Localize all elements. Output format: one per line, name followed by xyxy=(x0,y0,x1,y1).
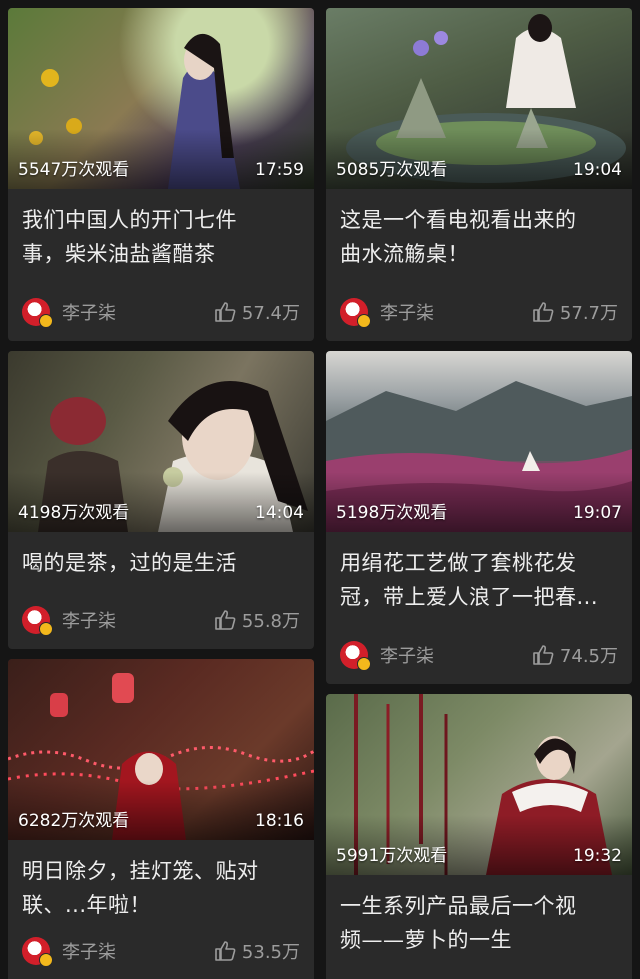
video-title-line: 事，柴米油盐酱醋茶 xyxy=(22,242,216,266)
like-button[interactable]: 57.4万 xyxy=(214,299,300,325)
video-title-line: 用绢花工艺做了套桃花发 xyxy=(340,551,577,575)
video-thumbnail[interactable]: 5991万次观看 19:32 xyxy=(326,694,632,875)
verified-badge-icon xyxy=(39,314,53,328)
avatar[interactable] xyxy=(22,298,53,328)
verified-badge-icon xyxy=(357,657,371,671)
like-button[interactable]: 57.7万 xyxy=(532,299,618,325)
video-title-line: 喝的是茶，过的是生活 xyxy=(22,551,237,575)
video-title[interactable]: 我们中国人的开门七件 事，柴米油盐酱醋茶 xyxy=(8,189,314,271)
video-duration: 19:07 xyxy=(573,503,622,523)
view-count: 5547万次观看 xyxy=(18,160,130,180)
video-card[interactable]: 5991万次观看 19:32 一生系列产品最后一个视 频——萝卜的一生 xyxy=(326,694,632,979)
like-count: 57.4万 xyxy=(241,303,300,324)
video-title-line: 频——萝卜的一生 xyxy=(340,928,512,952)
like-count: 74.5万 xyxy=(559,646,618,667)
thumbs-up-icon xyxy=(215,610,236,630)
video-title[interactable]: 明日除夕，挂灯笼、贴对 联、...年啦！ xyxy=(8,840,314,922)
video-thumbnail[interactable]: 5085万次观看 19:04 xyxy=(326,8,632,189)
video-thumbnail[interactable]: 5198万次观看 19:07 xyxy=(326,351,632,532)
video-feed-grid: 5547万次观看 17:59 我们中国人的开门七件 事，柴米油盐酱醋茶 李子柒 … xyxy=(0,0,640,979)
video-meta: 李子柒 53.5万 xyxy=(8,934,314,968)
verified-badge-icon xyxy=(39,953,53,967)
video-title-line: 一生系列产品最后一个视 xyxy=(340,894,577,918)
video-card[interactable]: 4198万次观看 14:04 喝的是茶，过的是生活 李子柒 55.8万 xyxy=(8,351,314,649)
view-count: 5991万次观看 xyxy=(336,846,448,866)
author-name[interactable]: 李子柒 xyxy=(380,299,434,325)
video-title[interactable]: 用绢花工艺做了套桃花发 冠，带上爱人浪了一把春... xyxy=(326,532,632,614)
like-count: 55.8万 xyxy=(241,611,300,632)
thumbs-up-icon xyxy=(533,645,554,665)
video-meta: 李子柒 57.7万 xyxy=(326,295,632,329)
like-button[interactable]: 55.8万 xyxy=(214,607,300,633)
view-count: 5085万次观看 xyxy=(336,160,448,180)
video-title[interactable]: 这是一个看电视看出来的 曲水流觞桌！ xyxy=(326,189,632,271)
video-duration: 17:59 xyxy=(255,160,304,180)
video-title-line: 我们中国人的开门七件 xyxy=(22,208,237,232)
thumbs-up-icon xyxy=(215,302,236,322)
like-button[interactable]: 74.5万 xyxy=(532,642,618,668)
avatar[interactable] xyxy=(22,937,53,967)
verified-badge-icon xyxy=(39,622,53,636)
video-card[interactable]: 6282万次观看 18:16 明日除夕，挂灯笼、贴对 联、...年啦！ 李子柒 … xyxy=(8,659,314,979)
video-thumbnail[interactable]: 6282万次观看 18:16 xyxy=(8,659,314,840)
video-title-line: 曲水流觞桌！ xyxy=(340,242,469,266)
video-meta: 李子柒 55.8万 xyxy=(8,603,314,637)
like-button[interactable]: 53.5万 xyxy=(214,938,300,964)
video-title-line: 明日除夕，挂灯笼、贴对 xyxy=(22,859,259,883)
video-meta: 李子柒 74.5万 xyxy=(326,638,632,672)
video-duration: 18:16 xyxy=(255,811,304,831)
author-name[interactable]: 李子柒 xyxy=(380,642,434,668)
video-thumbnail[interactable]: 4198万次观看 14:04 xyxy=(8,351,314,532)
video-title-line: 冠，带上爱人浪了一把春... xyxy=(340,585,599,609)
verified-badge-icon xyxy=(357,314,371,328)
video-thumbnail[interactable]: 5547万次观看 17:59 xyxy=(8,8,314,189)
view-count: 6282万次观看 xyxy=(18,811,130,831)
video-card[interactable]: 5198万次观看 19:07 用绢花工艺做了套桃花发 冠，带上爱人浪了一把春..… xyxy=(326,351,632,684)
view-count: 5198万次观看 xyxy=(336,503,448,523)
video-duration: 19:04 xyxy=(573,160,622,180)
like-count: 57.7万 xyxy=(559,303,618,324)
author-name[interactable]: 李子柒 xyxy=(62,607,116,633)
video-title-line: 这是一个看电视看出来的 xyxy=(340,208,577,232)
thumbs-up-icon xyxy=(215,941,236,961)
video-duration: 14:04 xyxy=(255,503,304,523)
avatar[interactable] xyxy=(340,298,371,328)
video-duration: 19:32 xyxy=(573,846,622,866)
author-name[interactable]: 李子柒 xyxy=(62,299,116,325)
video-title-line: 联、...年啦！ xyxy=(22,893,152,917)
video-title[interactable]: 喝的是茶，过的是生活 xyxy=(8,532,314,580)
video-title[interactable]: 一生系列产品最后一个视 频——萝卜的一生 xyxy=(326,875,632,957)
thumbs-up-icon xyxy=(533,302,554,322)
video-card[interactable]: 5547万次观看 17:59 我们中国人的开门七件 事，柴米油盐酱醋茶 李子柒 … xyxy=(8,8,314,341)
video-meta: 李子柒 57.4万 xyxy=(8,295,314,329)
video-card[interactable]: 5085万次观看 19:04 这是一个看电视看出来的 曲水流觞桌！ 李子柒 57… xyxy=(326,8,632,341)
avatar[interactable] xyxy=(22,606,53,636)
view-count: 4198万次观看 xyxy=(18,503,130,523)
like-count: 53.5万 xyxy=(241,942,300,963)
avatar[interactable] xyxy=(340,641,371,671)
author-name[interactable]: 李子柒 xyxy=(62,938,116,964)
